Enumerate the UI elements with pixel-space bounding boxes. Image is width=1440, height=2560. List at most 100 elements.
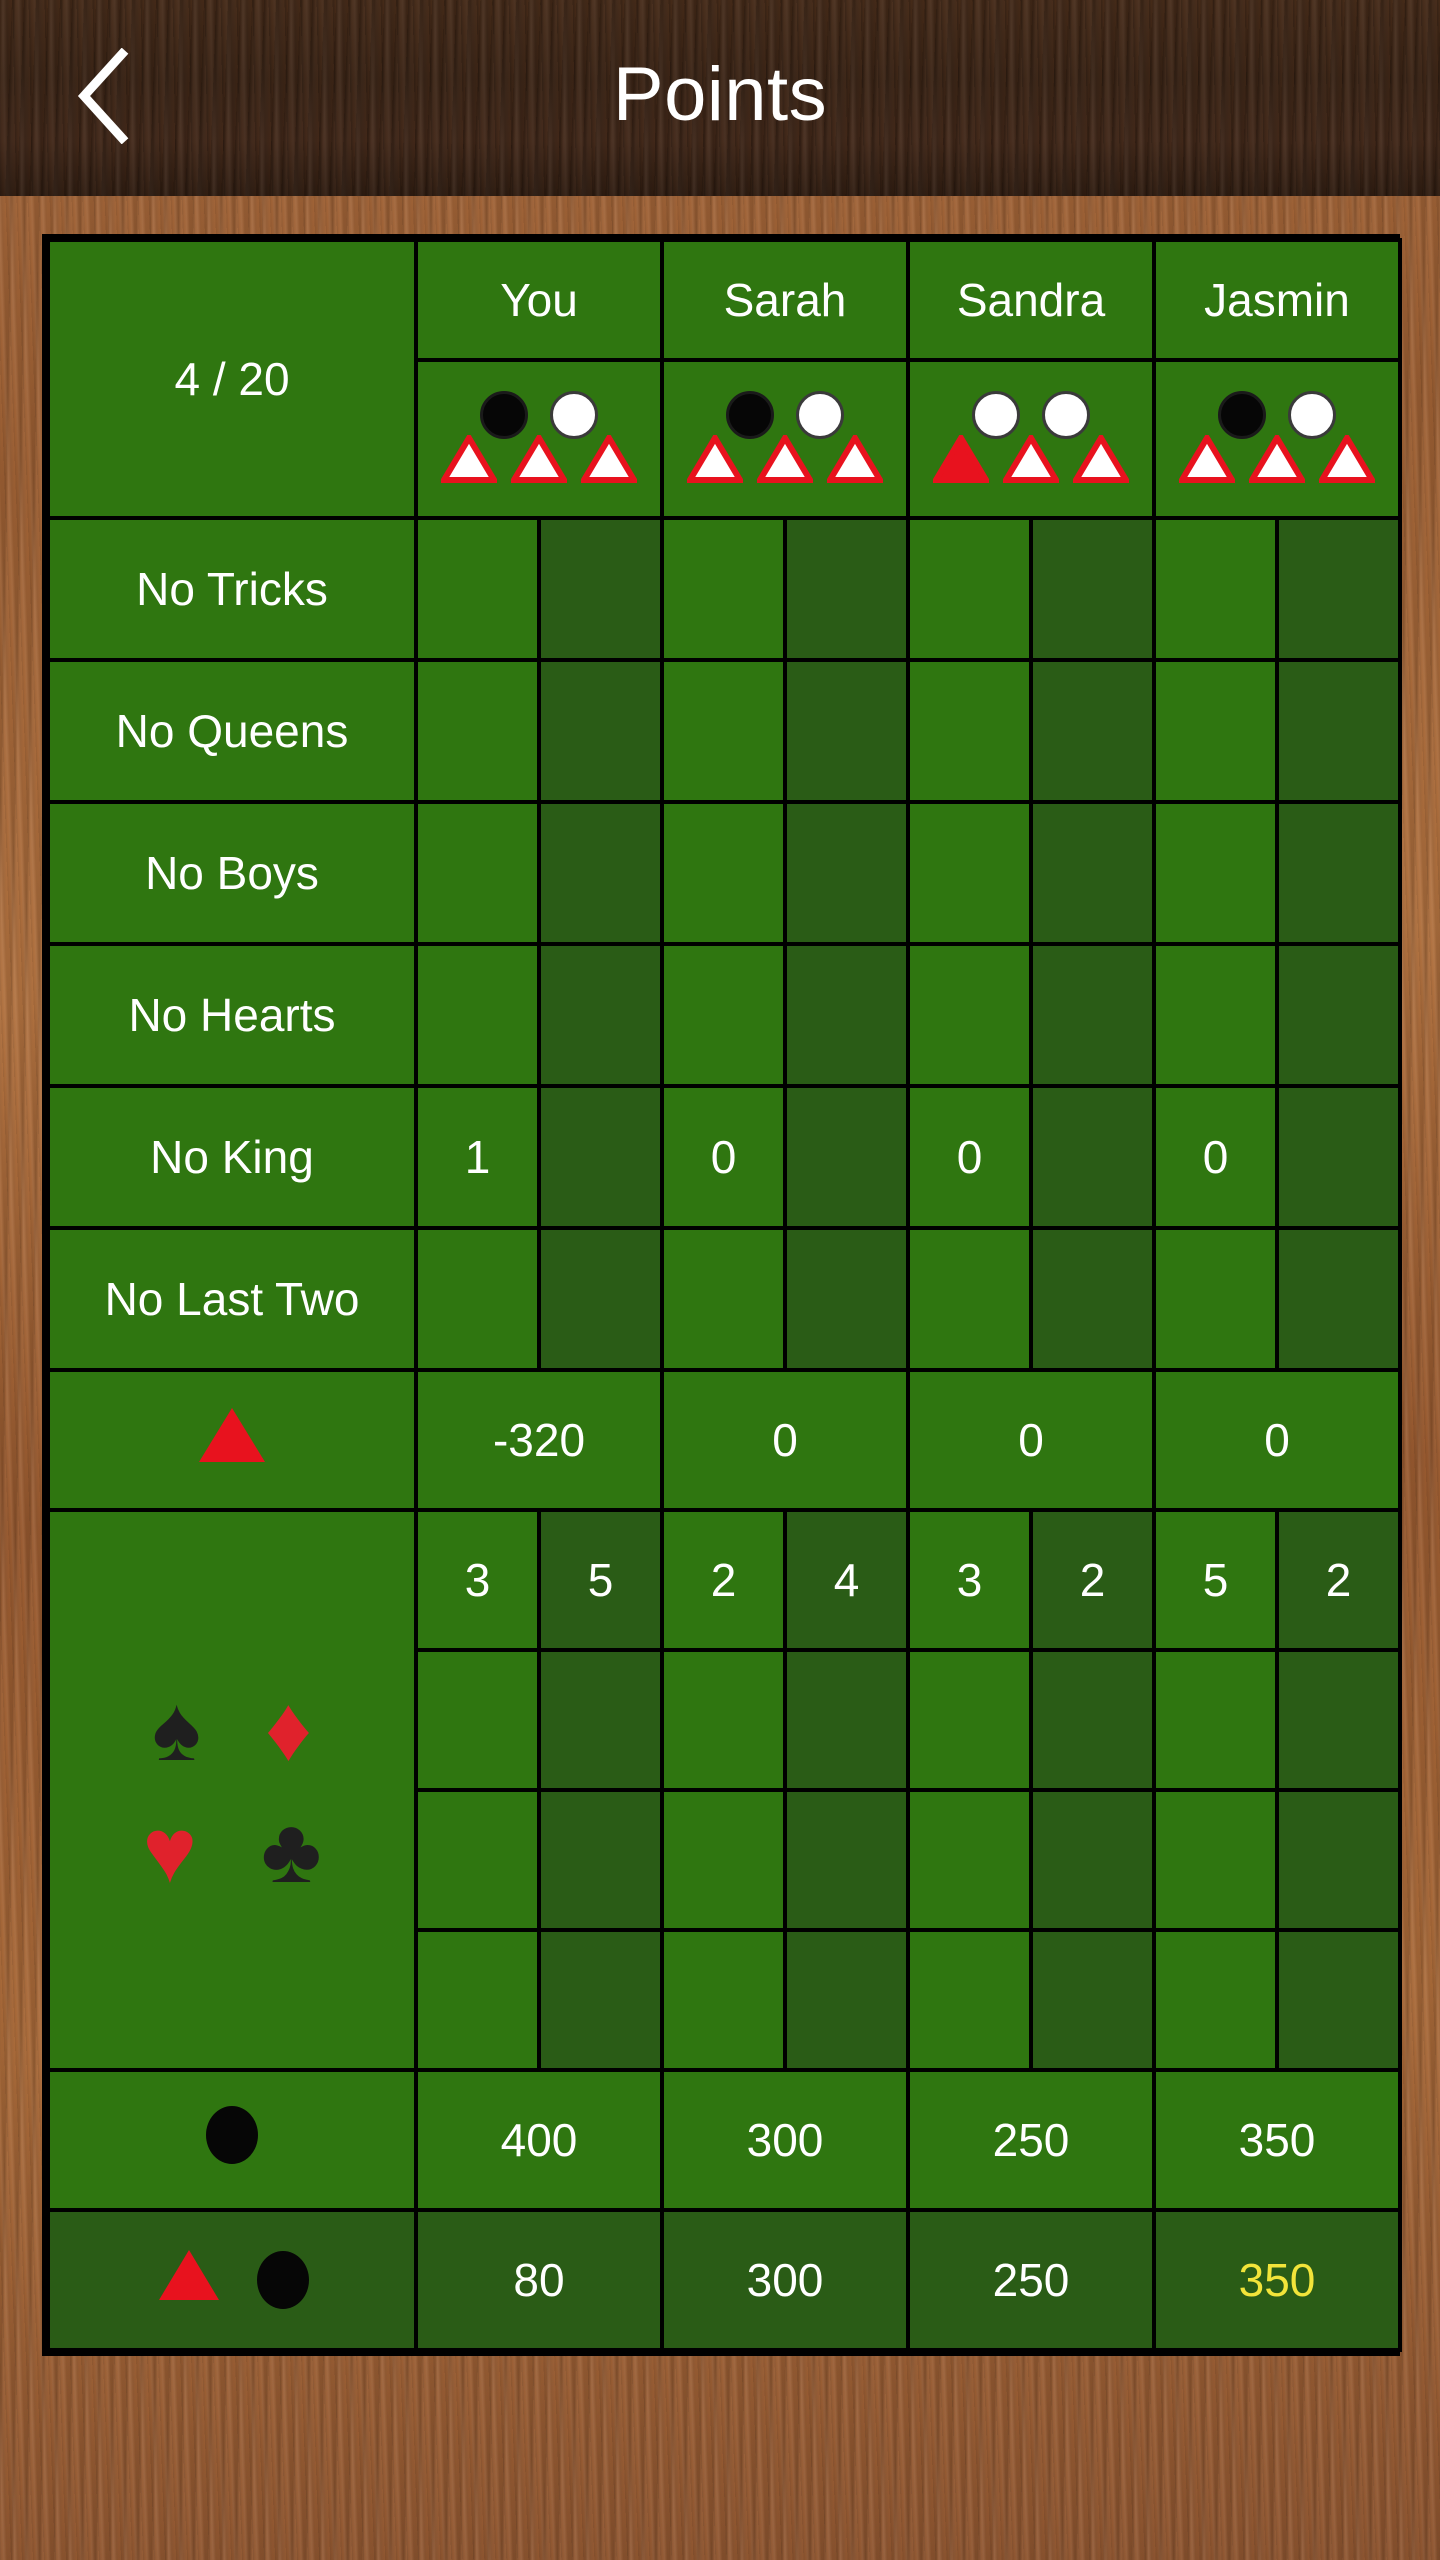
cell-sarah-a[interactable] [660, 1226, 787, 1372]
cell-sandra-a[interactable] [906, 516, 1033, 662]
cell-sarah-b[interactable] [783, 1226, 910, 1372]
trick-count-sarah-b[interactable]: 4 [783, 1508, 910, 1652]
trump-score-you[interactable]: -320 [414, 1368, 664, 1512]
cell-you-a[interactable] [414, 1648, 541, 1792]
trump-score-jasmin[interactable]: 0 [1152, 1368, 1402, 1512]
cell-you-a[interactable] [414, 1226, 541, 1372]
trick-count-sandra-b[interactable]: 2 [1029, 1508, 1156, 1652]
grand-total-jasmin[interactable]: 350 [1152, 2208, 1402, 2352]
table-row[interactable]: No Tricks [46, 516, 1402, 662]
player-header-sandra[interactable]: Sandra [906, 238, 1156, 362]
grand-total-you[interactable]: 80 [414, 2208, 664, 2352]
player-header-you[interactable]: You [414, 238, 664, 362]
trump-score-sarah[interactable]: 0 [660, 1368, 910, 1512]
cell-you-b[interactable] [537, 1788, 664, 1932]
cell-jasmin-a[interactable] [1152, 1788, 1279, 1932]
cell-you-b[interactable] [537, 1928, 664, 2072]
cell-jasmin-a[interactable] [1152, 516, 1279, 662]
round-score-jasmin[interactable]: 350 [1152, 2068, 1402, 2212]
player-header-sarah[interactable]: Sarah [660, 238, 910, 362]
player-header-jasmin[interactable]: Jasmin [1152, 238, 1402, 362]
cell-you-b[interactable] [537, 1648, 664, 1792]
cell-sandra-a[interactable] [906, 1648, 1033, 1792]
trick-count-you-b[interactable]: 5 [537, 1508, 664, 1652]
grand-total-sandra[interactable]: 250 [906, 2208, 1156, 2352]
cell-sarah-b[interactable] [783, 1648, 910, 1792]
cell-you-a[interactable] [414, 1788, 541, 1932]
cell-you-b[interactable] [537, 800, 664, 946]
cell-sarah-a[interactable] [660, 1928, 787, 2072]
table-row[interactable]: No Queens [46, 658, 1402, 804]
cell-sarah-a[interactable] [660, 658, 787, 804]
cell-sarah-b[interactable] [783, 1084, 910, 1230]
round-score-row[interactable]: 400 300 250 350 [46, 2068, 1402, 2212]
cell-jasmin-b[interactable] [1275, 1648, 1402, 1792]
cell-sandra-a[interactable] [906, 1928, 1033, 2072]
cell-sarah-a[interactable] [660, 516, 787, 662]
cell-sandra-a[interactable] [906, 1788, 1033, 1932]
cell-jasmin-b[interactable] [1275, 1084, 1402, 1230]
cell-you-b[interactable] [537, 1084, 664, 1230]
cell-you-a[interactable] [414, 800, 541, 946]
cell-sandra-b[interactable] [1029, 658, 1156, 804]
cell-jasmin-b[interactable] [1275, 516, 1402, 662]
cell-sarah-b[interactable] [783, 800, 910, 946]
cell-sarah-a[interactable] [660, 942, 787, 1088]
cell-sandra-b[interactable] [1029, 1226, 1156, 1372]
cell-you-a[interactable] [414, 1928, 541, 2072]
cell-sandra-b[interactable] [1029, 1084, 1156, 1230]
table-row[interactable]: No Boys [46, 800, 1402, 946]
cell-sandra-b[interactable] [1029, 516, 1156, 662]
cell-jasmin-a[interactable] [1152, 658, 1279, 804]
trump-score-sandra[interactable]: 0 [906, 1368, 1156, 1512]
cell-jasmin-b[interactable] [1275, 658, 1402, 804]
trick-counts-row[interactable]: ♠ ♦ ♥ ♣ 3 5 2 4 3 2 5 2 [46, 1508, 1402, 2072]
cell-sarah-a[interactable] [660, 800, 787, 946]
cell-sarah-a[interactable]: 0 [660, 1084, 787, 1230]
cell-sandra-a[interactable]: 0 [906, 1084, 1033, 1230]
cell-sarah-a[interactable] [660, 1648, 787, 1792]
cell-you-b[interactable] [537, 942, 664, 1088]
cell-sandra-a[interactable] [906, 658, 1033, 804]
cell-jasmin-b[interactable] [1275, 942, 1402, 1088]
cell-you-b[interactable] [537, 658, 664, 804]
cell-jasmin-b[interactable] [1275, 1226, 1402, 1372]
trump-score-row[interactable]: -320 0 0 0 [46, 1368, 1402, 1512]
cell-jasmin-a[interactable] [1152, 1226, 1279, 1372]
trick-count-jasmin-b[interactable]: 2 [1275, 1508, 1402, 1652]
round-score-you[interactable]: 400 [414, 2068, 664, 2212]
table-row[interactable]: No Hearts [46, 942, 1402, 1088]
cell-you-b[interactable] [537, 516, 664, 662]
trick-count-jasmin-a[interactable]: 5 [1152, 1508, 1279, 1652]
round-score-sarah[interactable]: 300 [660, 2068, 910, 2212]
table-row[interactable]: No Last Two [46, 1226, 1402, 1372]
cell-sarah-b[interactable] [783, 1788, 910, 1932]
cell-sarah-b[interactable] [783, 658, 910, 804]
cell-jasmin-b[interactable] [1275, 1928, 1402, 2072]
cell-jasmin-a[interactable]: 0 [1152, 1084, 1279, 1230]
cell-sandra-b[interactable] [1029, 800, 1156, 946]
grand-total-row[interactable]: 80 300 250 350 [46, 2208, 1402, 2352]
cell-jasmin-a[interactable] [1152, 1648, 1279, 1792]
cell-sandra-b[interactable] [1029, 1928, 1156, 2072]
cell-sandra-b[interactable] [1029, 1648, 1156, 1792]
grand-total-sarah[interactable]: 300 [660, 2208, 910, 2352]
cell-you-a[interactable] [414, 942, 541, 1088]
cell-you-a[interactable] [414, 516, 541, 662]
round-score-sandra[interactable]: 250 [906, 2068, 1156, 2212]
cell-jasmin-a[interactable] [1152, 800, 1279, 946]
cell-jasmin-a[interactable] [1152, 1928, 1279, 2072]
cell-sandra-b[interactable] [1029, 1788, 1156, 1932]
trick-count-you-a[interactable]: 3 [414, 1508, 541, 1652]
cell-sandra-a[interactable] [906, 1226, 1033, 1372]
cell-you-a[interactable]: 1 [414, 1084, 541, 1230]
cell-jasmin-b[interactable] [1275, 800, 1402, 946]
cell-you-b[interactable] [537, 1226, 664, 1372]
cell-sarah-b[interactable] [783, 1928, 910, 2072]
cell-jasmin-b[interactable] [1275, 1788, 1402, 1932]
cell-sarah-b[interactable] [783, 942, 910, 1088]
cell-sarah-b[interactable] [783, 516, 910, 662]
cell-sandra-b[interactable] [1029, 942, 1156, 1088]
cell-jasmin-a[interactable] [1152, 942, 1279, 1088]
table-row[interactable]: No King 1 0 0 0 [46, 1084, 1402, 1230]
